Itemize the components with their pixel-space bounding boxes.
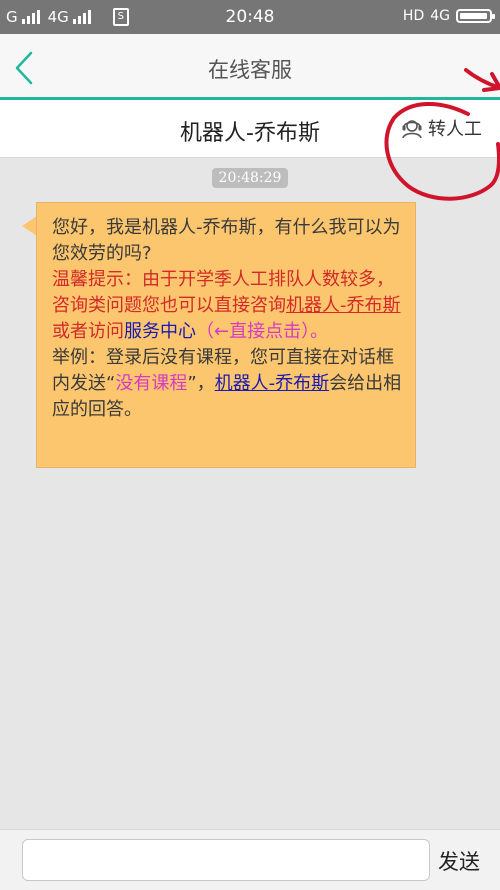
message-input[interactable] bbox=[22, 839, 430, 881]
transfer-to-human-button[interactable]: 转人工 bbox=[400, 115, 482, 141]
app-header: 在线客服 bbox=[0, 34, 500, 100]
headset-icon bbox=[402, 120, 422, 139]
bot-link[interactable]: 机器人-乔布斯 bbox=[286, 295, 401, 316]
battery-fill bbox=[460, 13, 487, 19]
example-bot-link[interactable]: 机器人-乔布斯 bbox=[215, 373, 330, 394]
tip-middle-text: 或者访问 bbox=[52, 321, 124, 342]
chat-subheader: 机器人-乔布斯 转人工 bbox=[0, 100, 500, 158]
transfer-label: 转人工 bbox=[428, 119, 482, 140]
hd-label: HD bbox=[402, 8, 425, 24]
service-center-link[interactable]: 服务中心 bbox=[124, 321, 196, 342]
send-button[interactable]: 发送 bbox=[438, 846, 480, 876]
input-bar: 发送 bbox=[0, 829, 500, 890]
example-middle-text: ”， bbox=[187, 373, 215, 394]
example-keyword: 没有课程 bbox=[115, 373, 188, 394]
battery-icon bbox=[456, 9, 495, 23]
page-title: 在线客服 bbox=[208, 58, 292, 82]
status-right: HD 4G bbox=[402, 8, 495, 24]
message-timestamp: 20:48:29 bbox=[212, 168, 288, 188]
greeting-text: 您好，我是机器人-乔布斯，有什么我可以为您效劳的吗? bbox=[52, 217, 401, 264]
tip-hint-text: （←直接点击）。 bbox=[196, 321, 329, 342]
network-right-label: 4G bbox=[430, 8, 450, 24]
bot-message-bubble: 您好，我是机器人-乔布斯，有什么我可以为您效劳的吗? 温馨提示：由于开学季人工排… bbox=[36, 202, 416, 468]
status-bar: G 4G S 20:48 HD 4G bbox=[0, 0, 500, 34]
bubble-tail bbox=[22, 216, 37, 236]
